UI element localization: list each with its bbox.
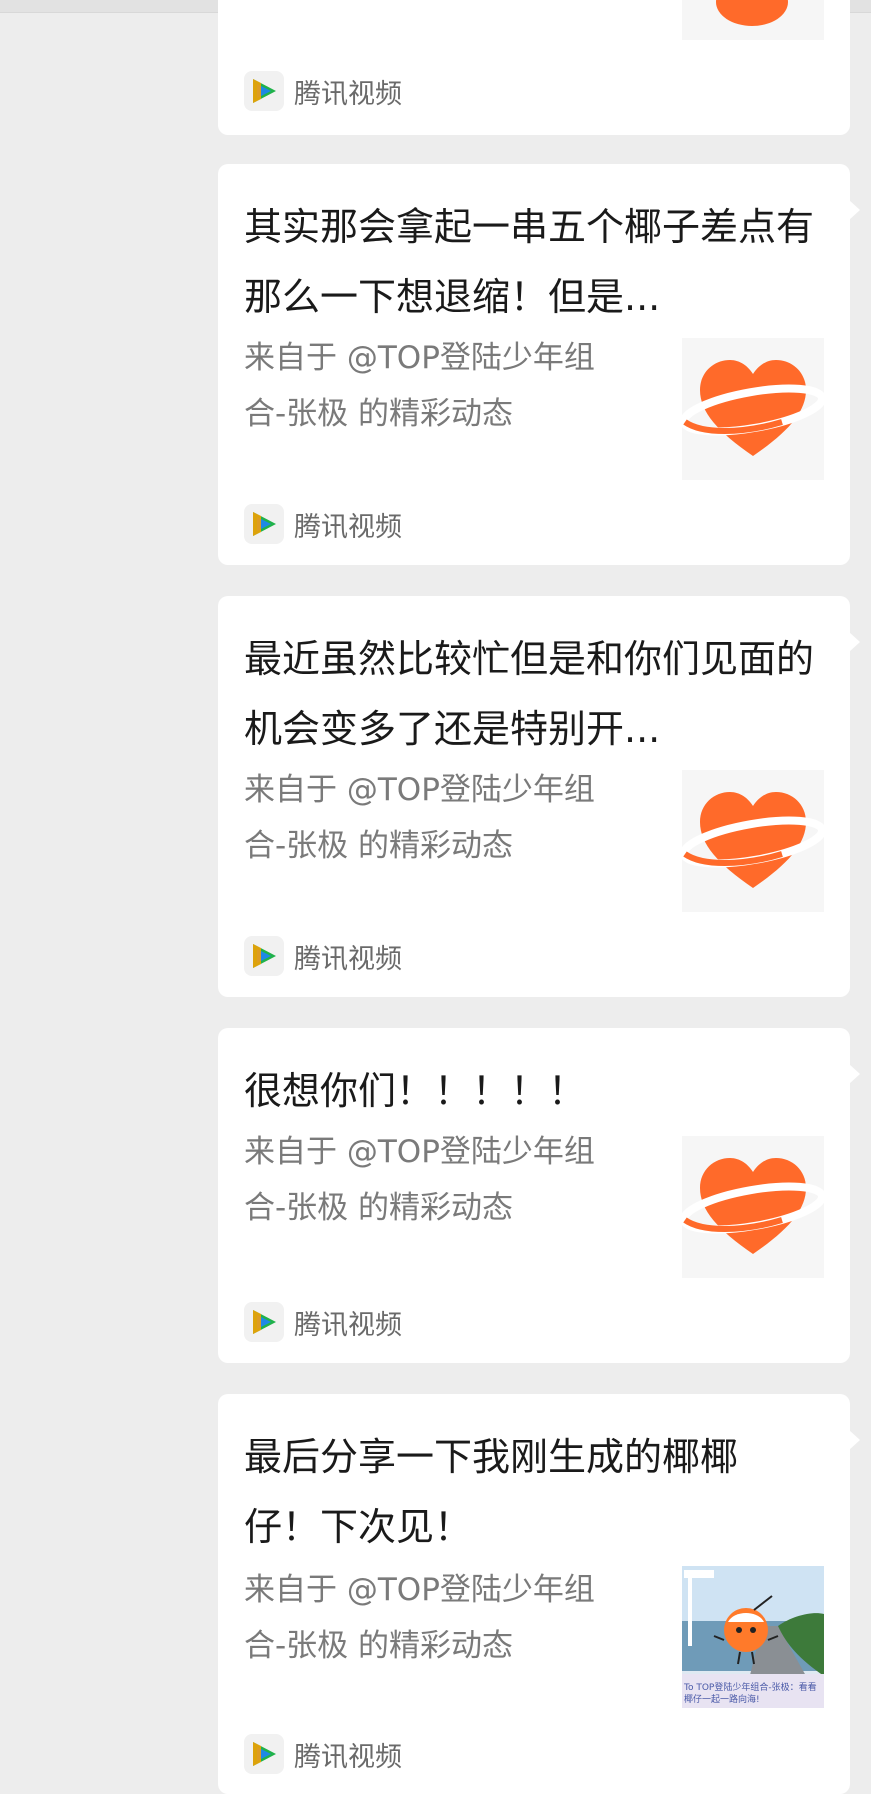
thumbnail-caption: To TOP登陆少年组合-张极：看看椰仔一起一路向海!: [684, 1683, 817, 1705]
app-source-row: 腾讯视频: [244, 71, 402, 111]
bubble-tail: [849, 200, 860, 220]
tencent-video-icon: [244, 1734, 284, 1774]
card-source-text: 来自于 @TOP登陆少年组合-张极 的精彩动态: [244, 340, 595, 432]
card-source-text: 来自于 @TOP登陆少年组合-张极 的精彩动态: [244, 772, 595, 864]
card-title: 很想你们！！！！！: [244, 1069, 587, 1113]
app-name-label: 腾讯视频: [294, 1309, 402, 1341]
heart-planet-icon: [682, 792, 824, 888]
app-name-label: 腾讯视频: [294, 78, 402, 110]
message-card-partial[interactable]: 腾讯视频: [218, 0, 850, 135]
card-title: 最后分享一下我刚生成的椰椰仔！下次见！: [244, 1435, 739, 1549]
app-source-row: 腾讯视频: [244, 936, 402, 976]
card-thumbnail: [682, 0, 824, 40]
card-title: 其实那会拿起一串五个椰子差点有那么一下想退缩！但是...: [244, 205, 815, 319]
card-title: 最近虽然比较忙但是和你们见面的机会变多了还是特别开...: [244, 637, 815, 751]
app-source-row: 腾讯视频: [244, 1302, 402, 1342]
app-name-label: 腾讯视频: [294, 943, 402, 975]
message-card[interactable]: 很想你们！！！！！ 来自于 @TOP登陆少年组合-张极 的精彩动态 腾讯视频: [218, 1028, 860, 1363]
card-source-text: 来自于 @TOP登陆少年组合-张极 的精彩动态: [244, 1572, 595, 1664]
bubble-tail: [849, 1430, 860, 1450]
tencent-video-icon: [244, 71, 284, 111]
app-name-label: 腾讯视频: [294, 511, 402, 543]
tencent-video-icon: [244, 936, 284, 976]
card-thumbnail: [682, 1136, 824, 1278]
app-name-label: 腾讯视频: [294, 1741, 402, 1773]
card-source-text: 来自于 @TOP登陆少年组合-张极 的精彩动态: [244, 1134, 595, 1226]
tencent-video-icon: [244, 504, 284, 544]
tencent-video-icon: [244, 1302, 284, 1342]
message-card[interactable]: 最后分享一下我刚生成的椰椰仔！下次见！ 来自于 @TOP登陆少年组合-张极 的精…: [218, 1394, 860, 1794]
card-thumbnail: [682, 770, 824, 912]
bubble-tail: [849, 632, 860, 652]
message-card[interactable]: 最近虽然比较忙但是和你们见面的机会变多了还是特别开... 来自于 @TOP登陆少…: [218, 596, 860, 997]
app-source-row: 腾讯视频: [244, 504, 402, 544]
heart-planet-icon: [682, 360, 824, 456]
heart-planet-icon: [716, 0, 788, 26]
heart-planet-icon: [682, 1158, 824, 1254]
message-card[interactable]: 其实那会拿起一串五个椰子差点有那么一下想退缩！但是... 来自于 @TOP登陆少…: [218, 164, 860, 565]
bubble-tail: [849, 1064, 860, 1084]
card-thumbnail-image: To TOP登陆少年组合-张极：看看椰仔一起一路向海!: [682, 1566, 824, 1708]
card-thumbnail: [682, 338, 824, 480]
app-source-row: 腾讯视频: [244, 1734, 402, 1774]
